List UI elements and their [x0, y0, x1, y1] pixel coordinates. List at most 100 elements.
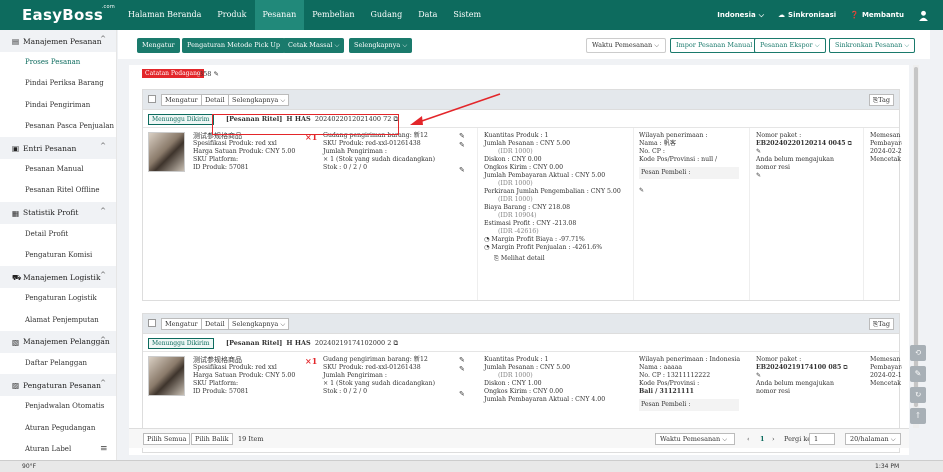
merchant-note-tag[interactable]: Catatan Pedagang — [142, 69, 204, 78]
nav-pesanan[interactable]: Pesanan — [254, 0, 305, 30]
edit-icon[interactable]: ✎ — [459, 166, 465, 174]
language-select[interactable]: Indonesia ⌵ — [717, 11, 764, 20]
order-time: Memesan : 2024- — [870, 132, 902, 139]
order-checkbox[interactable] — [148, 95, 156, 103]
order-checkbox[interactable] — [148, 319, 156, 327]
edit-square-icon[interactable]: ✎ — [910, 366, 926, 382]
sidebar-item-pindai-periksa[interactable]: Pindai Periksa Barang — [0, 73, 116, 94]
sidebar-group-pengaturan-pesanan[interactable]: ▨ Pengaturan Pesanan ^ — [0, 374, 116, 397]
copy-icon[interactable]: ⧉ — [393, 339, 398, 347]
sidebar-item-proses-pesanan[interactable]: Proses Pesanan — [0, 52, 116, 73]
order-tag-button[interactable]: ⎘Tag — [868, 94, 894, 106]
invert-selection-button[interactable]: Pilih Balik — [191, 433, 233, 445]
impor-pesanan-button[interactable]: Impor Pesanan Manual — [670, 38, 759, 53]
goto-input[interactable]: 1 — [809, 433, 835, 445]
buyer-name: Nama : aaaaa — [639, 364, 683, 371]
mengatur-button[interactable]: Mengatur — [137, 38, 180, 53]
edit-icon[interactable]: ✎ — [214, 70, 219, 78]
edit-icon[interactable]: ✎ — [756, 172, 852, 180]
app-logo[interactable]: EasyBoss .com — [22, 4, 115, 24]
nav-gudang[interactable]: Gudang — [363, 0, 411, 30]
order-more-button[interactable]: Selengkapnya ⌵ — [228, 318, 290, 330]
select-all-button[interactable]: Pilih Semua — [143, 433, 191, 445]
sync-button[interactable]: ☁ Sinkronisasi — [778, 11, 836, 19]
sidebar-item-pasca-penjualan[interactable]: Pesanan Pasca Penjualan — [0, 116, 116, 137]
sidebar-item-pengaturan-komisi[interactable]: Pengaturan Komisi — [0, 245, 116, 266]
refresh-icon[interactable]: ⟲ — [910, 345, 926, 361]
sidebar-item-pindai-pengiriman[interactable]: Pindai Pengiriman — [0, 95, 116, 116]
copy-icon[interactable]: ⧉ — [843, 364, 847, 371]
order-detail-button[interactable]: Detail — [201, 94, 229, 106]
sort-time-select[interactable]: Waktu Pemesanan ⌵ — [586, 38, 666, 53]
finance-line: Perkiraan Jumlah Pengembalian : CNY 5.00 — [484, 188, 621, 195]
edit-icon[interactable]: ✎ — [756, 372, 851, 380]
product-price: Harga Satuan Produk: CNY 5.00 — [193, 148, 296, 155]
edit-icon[interactable]: ✎ — [639, 187, 739, 195]
order-detail-button[interactable]: Detail — [201, 318, 229, 330]
cetak-massal-button[interactable]: Cetak Massal ⌵ — [283, 38, 345, 53]
sinkronkan-pesanan-button[interactable]: Sinkronkan Pesanan ⌵ — [829, 38, 916, 53]
chevron-down-icon: ⌵ — [654, 41, 660, 49]
order-mengatur-button[interactable]: Mengatur — [161, 94, 202, 106]
product-name[interactable]: 测试参规格商品 — [193, 356, 295, 364]
product-image[interactable] — [148, 132, 185, 172]
pick-up-method-button[interactable]: Pengaturan Metode Pick Up — [182, 38, 286, 53]
sidebar-item-detail-profit[interactable]: Detail Profit — [0, 224, 116, 245]
page-number[interactable]: 1 — [760, 435, 765, 443]
edit-icon[interactable]: ✎ — [459, 356, 465, 364]
edit-icon[interactable]: ✎ — [459, 141, 465, 149]
sidebar-item-ritel-offline[interactable]: Pesanan Ritel Offline — [0, 180, 116, 201]
sidebar-item-alamat-penjemputan[interactable]: Alamat Penjemputan — [0, 310, 116, 331]
chevron-up-icon: ^ — [100, 271, 106, 280]
collapse-menu-icon[interactable]: ≡ — [100, 439, 108, 460]
sidebar-group-manajemen-pelanggan[interactable]: ▧ Manajemen Pelanggan ^ — [0, 330, 116, 353]
sidebar-group-manajemen-pesanan[interactable]: ▤ Manajemen Pesanan ^ — [0, 30, 116, 52]
resi-note: Anda belum mengajukan nomor resi — [756, 156, 834, 171]
nav-data[interactable]: Data — [410, 0, 445, 30]
finance-line: Kuantitas Produk : 1 — [484, 132, 549, 139]
buyer-phone: No. CP : 13211112222 — [639, 372, 711, 379]
sidebar-item-aturan-pegudangan[interactable]: Aturan Pegudangan — [0, 418, 116, 439]
settings-icon: ▨ — [12, 381, 20, 391]
nav-produk[interactable]: Produk — [209, 0, 254, 30]
nav-beranda[interactable]: Halaman Beranda — [120, 0, 209, 30]
payment-time: 2024-02-20 12:02 — [870, 148, 902, 155]
sidebar-group-entri-pesanan[interactable]: ▣ Entri Pesanan ^ — [0, 137, 116, 160]
copy-icon[interactable]: ⧉ — [848, 140, 852, 147]
edit-icon[interactable]: ✎ — [459, 365, 465, 373]
sidebar-item-daftar-pelanggan[interactable]: Daftar Pelanggan — [0, 353, 116, 374]
per-page-select[interactable]: 20/halaman ⌵ — [845, 433, 901, 445]
product-id: ID Produk: 57081 — [193, 388, 249, 395]
nav-sistem[interactable]: Sistem — [445, 0, 489, 30]
divider — [477, 128, 478, 300]
view-detail-link[interactable]: ⎘ Melihat detail — [484, 255, 621, 263]
back-to-top-icon[interactable]: ↑ — [910, 408, 926, 424]
footer-sort-select[interactable]: Waktu Pemesanan ⌵ — [655, 433, 735, 445]
help-button[interactable]: ❓ Membantu — [850, 11, 904, 19]
next-page-icon[interactable]: › — [772, 435, 775, 443]
nav-pembelian[interactable]: Pembelian — [304, 0, 362, 30]
edit-icon[interactable]: ✎ — [756, 148, 852, 156]
product-image[interactable] — [148, 356, 185, 396]
order-mengatur-button[interactable]: Mengatur — [161, 318, 202, 330]
order-header: Menunggu Dikirim [Pesanan Ritel] H HAS 2… — [143, 334, 899, 352]
reload-icon[interactable]: ↻ — [910, 387, 926, 403]
order-tag-button[interactable]: ⎘Tag — [868, 318, 894, 330]
prev-page-icon[interactable]: ‹ — [747, 435, 750, 443]
sidebar-item-pengaturan-logistik[interactable]: Pengaturan Logistik — [0, 288, 116, 309]
edit-icon[interactable]: ✎ — [459, 390, 465, 398]
user-avatar[interactable] — [918, 10, 929, 21]
finance-line: Ongkos Kirim : CNY 0.00 — [484, 388, 564, 395]
sidebar-group-manajemen-logistik[interactable]: ⛟ Manajemen Logistik ^ — [0, 266, 116, 289]
edit-icon[interactable]: ✎ — [459, 132, 465, 140]
sidebar-group-statistik-profit[interactable]: ▦ Statistik Profit ^ — [0, 201, 116, 224]
selengkapnya-button[interactable]: Selengkapnya ⌵ — [349, 38, 413, 53]
divider — [633, 128, 634, 300]
sidebar-item-aturan-label[interactable]: Aturan Label ≡ — [0, 439, 116, 460]
sidebar-item-penjadwalan-otomatis[interactable]: Penjadwalan Otomatis — [0, 396, 116, 417]
sidebar-item-pesanan-manual[interactable]: Pesanan Manual — [0, 159, 116, 180]
pesanan-ekspor-button[interactable]: Pesanan Ekspor ⌵ — [754, 38, 826, 53]
order-more-button[interactable]: Selengkapnya ⌵ — [228, 94, 290, 106]
finance-line: Kuantitas Produk : 1 — [484, 356, 549, 363]
product-info: 测试参规格商品 Spesifikasi Produk: red xxl Harg… — [193, 356, 295, 396]
